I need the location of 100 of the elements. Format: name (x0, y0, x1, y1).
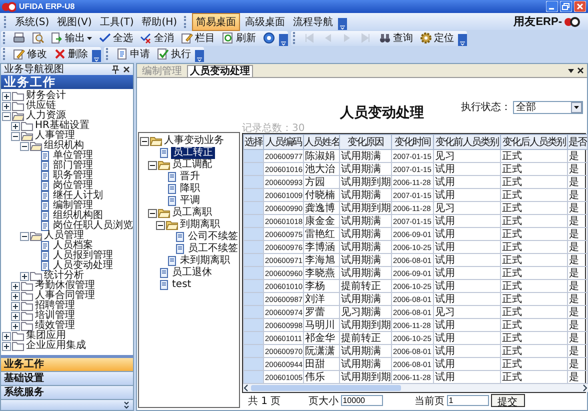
row-selector-cell[interactable] (244, 370, 264, 384)
tree-item[interactable]: 编制管理 (52, 201, 94, 211)
menu-item[interactable]: 系统(S) (12, 14, 52, 28)
tree-item[interactable]: 人员档案 (52, 241, 94, 251)
tree-item[interactable]: 统计分析 (43, 271, 85, 281)
expand-toggle[interactable] (140, 136, 149, 146)
overflow-icon[interactable] (458, 34, 467, 46)
row-selector-cell[interactable] (244, 292, 264, 306)
desktop-tab[interactable]: 简易桌面 (192, 12, 240, 30)
row-selector-cell[interactable] (244, 240, 264, 254)
submit-button[interactable]: 提交 (490, 394, 525, 407)
tree-item[interactable]: 企业应用集成 (25, 341, 87, 351)
column-header[interactable]: 变化后人员类别 (500, 134, 568, 150)
nav-section-button[interactable]: 系统服务 (1, 386, 133, 400)
tree-item[interactable]: 绩效管理 (34, 321, 76, 331)
row-selector-cell[interactable] (244, 344, 264, 358)
expand-toggle[interactable] (148, 208, 157, 218)
expand-toggle[interactable] (11, 292, 20, 300)
row-selector-cell[interactable] (244, 162, 264, 176)
row-selector-cell[interactable] (244, 254, 264, 266)
binoculars-button[interactable]: 查询 (376, 31, 416, 45)
nav-section-button[interactable]: 业务工作 (1, 358, 133, 372)
tree-item[interactable]: 员工离职 (171, 208, 213, 218)
pencil-button[interactable]: 修改 (10, 47, 50, 61)
expand-toggle[interactable] (2, 102, 11, 110)
column-header[interactable]: 变化时间 (392, 134, 434, 150)
desktop-tab[interactable]: 高级桌面 (242, 14, 288, 30)
tree-item[interactable]: 人员报到管理 (52, 251, 114, 261)
menu-item[interactable]: 帮助(H) (138, 14, 180, 28)
tree-item[interactable]: 公司不续签 (187, 232, 239, 242)
tree-item[interactable]: 岗位任职人员浏览 (52, 221, 133, 231)
tree-item[interactable]: 组织机构 (43, 141, 85, 151)
expand-toggle[interactable] (11, 122, 20, 130)
refresh-button[interactable]: 刷新 (219, 31, 259, 45)
row-selector-cell[interactable] (244, 266, 264, 280)
row-selector-cell[interactable] (244, 188, 264, 202)
checkmark-page-button[interactable]: 执行 (154, 47, 194, 61)
expand-toggle[interactable] (11, 302, 20, 310)
scroll-left-icon[interactable] (243, 384, 249, 392)
document-button[interactable]: 申请 (113, 47, 153, 61)
overflow-icon[interactable] (279, 34, 288, 46)
overflow-icon[interactable] (92, 50, 101, 62)
close-icon[interactable] (123, 66, 130, 73)
menu-item[interactable]: 工具(T) (96, 14, 137, 28)
row-selector-cell[interactable] (244, 176, 264, 188)
expand-toggle[interactable] (2, 342, 11, 350)
page-size-field[interactable]: 10000 (340, 395, 383, 406)
restore-button[interactable] (560, 1, 572, 12)
tree-item[interactable]: test (171, 280, 192, 290)
row-selector-cell[interactable] (244, 280, 264, 292)
tree-item[interactable]: 晋升 (179, 172, 201, 182)
tree-item[interactable]: 人事管理 (34, 131, 76, 141)
tree-item[interactable]: 人事合同管理 (34, 291, 96, 301)
tree-item[interactable]: 供应链 (25, 101, 57, 111)
caret-icon[interactable] (568, 68, 574, 72)
status-dropdown[interactable]: 全部 (513, 100, 583, 114)
tree-item[interactable]: 集团应用 (25, 331, 67, 341)
expand-toggle[interactable] (11, 312, 20, 320)
column-header[interactable]: 人员编码 (264, 134, 304, 150)
expand-toggle[interactable] (156, 220, 165, 230)
column-header[interactable]: 变化原因 (340, 134, 392, 150)
tree-item[interactable]: 继任人计划 (52, 191, 104, 201)
column-header[interactable]: 变化前人员类别 (434, 134, 500, 150)
column-header[interactable]: 人员姓名 (304, 134, 340, 150)
row-selector-cell[interactable] (244, 318, 264, 332)
horizontal-scrollbar[interactable] (243, 384, 588, 392)
tree-item[interactable]: 财务会计 (25, 91, 67, 101)
tree-item[interactable]: HR基础设置 (34, 121, 90, 131)
export-button[interactable]: 输出 (48, 31, 95, 45)
uncheck-button[interactable]: 全消 (137, 31, 177, 45)
tree-item[interactable]: 人力资源 (25, 111, 67, 121)
expand-toggle[interactable] (148, 160, 157, 170)
tree-item[interactable]: 平调 (179, 196, 201, 206)
tree-item[interactable]: 单位管理 (52, 151, 94, 161)
row-selector-cell[interactable] (244, 358, 264, 370)
nav-section-button[interactable]: 基础设置 (1, 372, 133, 386)
page-pencil-button[interactable]: 栏目 (178, 31, 218, 45)
close-icon[interactable] (577, 67, 584, 74)
tree-item[interactable]: 人员变动处理 (52, 261, 114, 271)
expand-toggle[interactable] (11, 282, 20, 290)
chevron-down-icon[interactable] (124, 401, 129, 409)
row-selector-cell[interactable] (244, 228, 264, 240)
tree-item[interactable]: 人事变动业务 (163, 136, 225, 146)
tree-item[interactable]: 员工不续签 (187, 244, 239, 254)
tree-item[interactable]: 未到期离职 (179, 256, 231, 266)
desktop-tab[interactable]: 流程导航 (290, 14, 336, 30)
minimize-button[interactable] (546, 1, 558, 12)
document-tab[interactable]: 人员变动处理 (187, 65, 253, 77)
tree-item[interactable]: 降职 (179, 184, 201, 194)
expand-toggle[interactable] (11, 132, 20, 140)
tree-item[interactable]: 员工转正 (171, 147, 215, 159)
close-button[interactable] (574, 1, 586, 12)
checkmark-button[interactable]: 全选 (96, 31, 136, 45)
tree-item[interactable]: 职务管理 (52, 171, 94, 181)
tree-item[interactable]: 组织机构图 (52, 211, 104, 221)
tree-item[interactable]: 人员管理 (43, 231, 85, 241)
expand-toggle[interactable] (2, 92, 11, 100)
gear-button[interactable]: 定位 (417, 31, 457, 45)
menu-item[interactable]: 视图(V) (54, 14, 95, 28)
tree-item[interactable]: 招聘管理 (34, 301, 76, 311)
